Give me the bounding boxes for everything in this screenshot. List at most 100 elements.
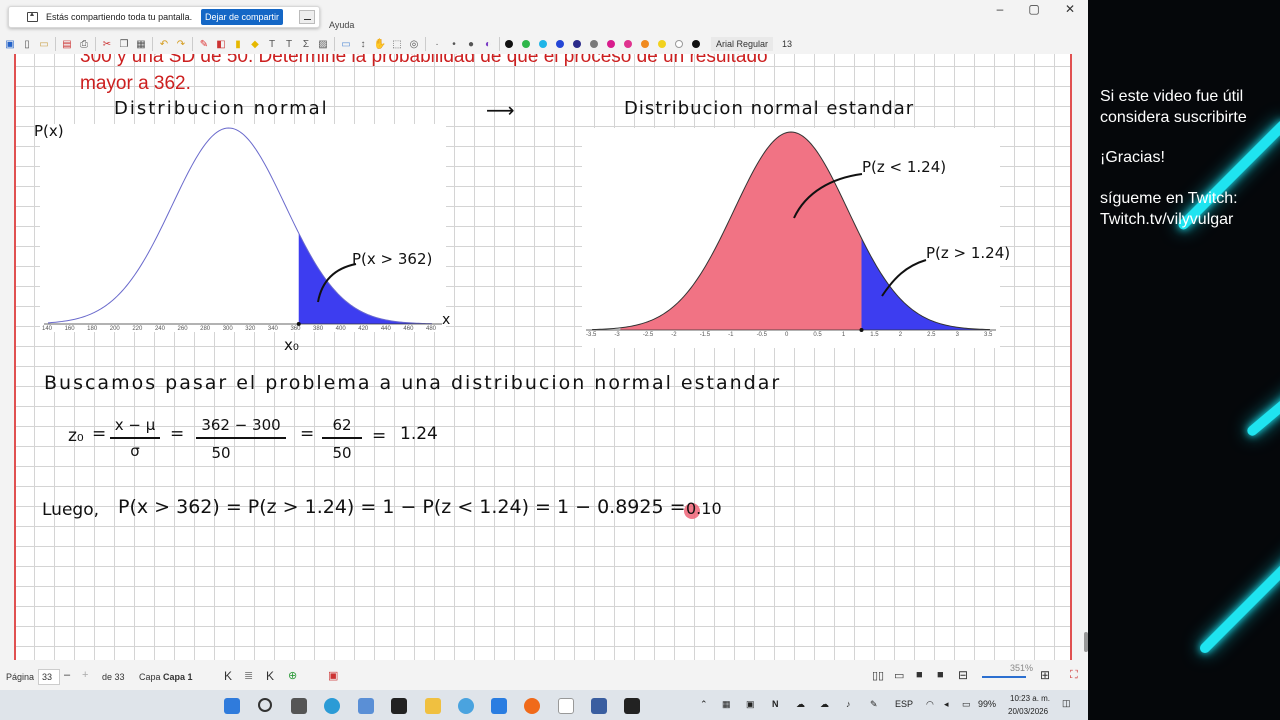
color-swatch-10[interactable]: [675, 40, 683, 48]
zoom-icon[interactable]: ◎: [408, 38, 420, 50]
text-icon[interactable]: T: [266, 38, 278, 50]
new-page-icon[interactable]: ▯: [21, 38, 33, 50]
font-size-value[interactable]: 13: [778, 37, 796, 51]
mic-icon[interactable]: ♪: [846, 699, 851, 709]
battery-icon[interactable]: ▭: [962, 699, 971, 710]
color-swatch-7[interactable]: [624, 40, 632, 48]
page-decrement-button[interactable]: –: [64, 669, 70, 681]
xournal-icon[interactable]: [558, 698, 574, 714]
export-pdf-icon[interactable]: ▤: [61, 38, 73, 50]
layer-select[interactable]: Capa 1: [163, 672, 193, 682]
maximize-window-button[interactable]: ▢: [1016, 0, 1052, 18]
mail-icon[interactable]: [491, 698, 507, 714]
notebook-page[interactable]: 300 y una SD de 50. Determine la probabi…: [14, 54, 1072, 660]
hand-icon[interactable]: ✋: [374, 38, 386, 50]
wifi-icon[interactable]: ◠: [926, 699, 934, 710]
save-icon[interactable]: ▣: [4, 38, 16, 50]
zoom-in-button[interactable]: ⊞: [1040, 668, 1050, 682]
paste-icon[interactable]: ▦: [135, 38, 147, 50]
settings-icon[interactable]: [591, 698, 607, 714]
color-swatch-5[interactable]: [590, 40, 598, 48]
fill-icon[interactable]: ◐: [482, 38, 494, 50]
zoom-out-button[interactable]: ⊟: [958, 668, 968, 682]
page-label: Página: [6, 672, 35, 682]
store-icon[interactable]: [358, 698, 374, 714]
explorer-icon[interactable]: [425, 698, 441, 714]
eraser-icon[interactable]: ◧: [215, 38, 227, 50]
tex-icon[interactable]: T: [283, 38, 295, 50]
font-selector[interactable]: Arial Regular: [711, 37, 774, 51]
clock-time[interactable]: 10:23 a. m.: [1010, 694, 1050, 703]
tray-cloud-icon[interactable]: ☁: [796, 699, 805, 710]
terminal-icon[interactable]: [624, 698, 640, 714]
color-swatch-8[interactable]: [641, 40, 649, 48]
tray-app-icon[interactable]: ▦: [722, 699, 731, 710]
color-swatch-1[interactable]: [522, 40, 530, 48]
minimize-window-button[interactable]: –: [982, 0, 1018, 18]
pen-tray-icon[interactable]: ✎: [870, 699, 878, 710]
vertical-space-icon[interactable]: ↕: [357, 38, 369, 50]
print-icon[interactable]: ⎙: [78, 38, 90, 50]
tray-cloud2-icon[interactable]: ☁: [820, 699, 829, 710]
minimize-banner-button[interactable]: [299, 10, 315, 24]
edge-icon[interactable]: [324, 698, 340, 714]
undo-icon[interactable]: ↶: [158, 38, 170, 50]
page-number-input[interactable]: 33: [38, 669, 60, 685]
frac1-bar: [110, 437, 160, 439]
x-tick-label: 240: [154, 326, 165, 332]
layer-last-icon[interactable]: K: [266, 669, 274, 683]
layer-list-icon[interactable]: ≣: [244, 669, 253, 682]
cut-icon[interactable]: ✂: [101, 38, 113, 50]
xournal-window: Ayuda Estás compartiendo toda tu pantall…: [0, 0, 1088, 720]
image-icon[interactable]: ▨: [317, 38, 329, 50]
redo-icon[interactable]: ↷: [175, 38, 187, 50]
dot-size-large-icon[interactable]: ●: [465, 38, 477, 50]
color-swatch-4[interactable]: [573, 40, 581, 48]
x-tick-label: 380: [313, 326, 324, 332]
clock-date[interactable]: 20/03/2026: [1008, 707, 1048, 716]
shape-icon[interactable]: ◆: [249, 38, 261, 50]
tray-app3-icon[interactable]: N: [772, 699, 779, 709]
notion-icon[interactable]: [391, 698, 407, 714]
tray-chevron-icon[interactable]: ⌃: [700, 699, 708, 710]
open-folder-icon[interactable]: ▭: [38, 38, 50, 50]
x-tick-label: 260: [177, 326, 188, 332]
color-swatch-6[interactable]: [607, 40, 615, 48]
select-rect-icon[interactable]: ▭: [340, 38, 352, 50]
task-view-icon[interactable]: [291, 698, 307, 714]
volume-icon[interactable]: ◂: [944, 699, 949, 710]
color-swatch-2[interactable]: [539, 40, 547, 48]
color-swatch-3[interactable]: [556, 40, 564, 48]
add-layer-icon[interactable]: ⊕: [288, 669, 297, 682]
firefox-icon[interactable]: [524, 698, 540, 714]
presentation-icon[interactable]: ▭: [894, 669, 904, 682]
zoom-fit-icon[interactable]: ■: [916, 669, 923, 681]
dot-size-small-icon[interactable]: ·: [431, 38, 443, 50]
dot-size-medium-icon[interactable]: •: [448, 38, 460, 50]
menu-help[interactable]: Ayuda: [329, 20, 354, 30]
layer-first-icon[interactable]: K: [224, 669, 232, 683]
delete-layer-icon[interactable]: ▣: [328, 669, 338, 682]
tray-app2-icon[interactable]: ▣: [746, 699, 755, 710]
color-swatch-11[interactable]: [692, 40, 700, 48]
lasso-icon[interactable]: ⬚: [391, 38, 403, 50]
copy-icon[interactable]: ❐: [118, 38, 130, 50]
stop-sharing-button[interactable]: Dejar de compartir: [200, 9, 283, 25]
color-swatch-9[interactable]: [658, 40, 666, 48]
language-indicator[interactable]: ESP: [895, 699, 913, 709]
two-page-icon[interactable]: ▯▯: [872, 669, 884, 682]
pen-icon[interactable]: ✎: [198, 38, 210, 50]
notifications-icon[interactable]: ◫: [1062, 698, 1071, 709]
zoom-page-icon[interactable]: ■: [937, 669, 944, 681]
page-increment-button[interactable]: +: [82, 669, 88, 681]
math-icon[interactable]: Σ: [300, 38, 312, 50]
close-window-button[interactable]: ✕: [1052, 0, 1088, 18]
fullscreen-icon[interactable]: ⛶: [1070, 669, 1078, 682]
color-swatch-0[interactable]: [505, 40, 513, 48]
search-icon[interactable]: [258, 698, 272, 712]
x-tick-label: 300: [222, 326, 233, 332]
zoom-slider[interactable]: [982, 676, 1026, 678]
chrome-icon[interactable]: [458, 698, 474, 714]
highlighter-icon[interactable]: ▮: [232, 38, 244, 50]
start-icon[interactable]: [224, 698, 240, 714]
